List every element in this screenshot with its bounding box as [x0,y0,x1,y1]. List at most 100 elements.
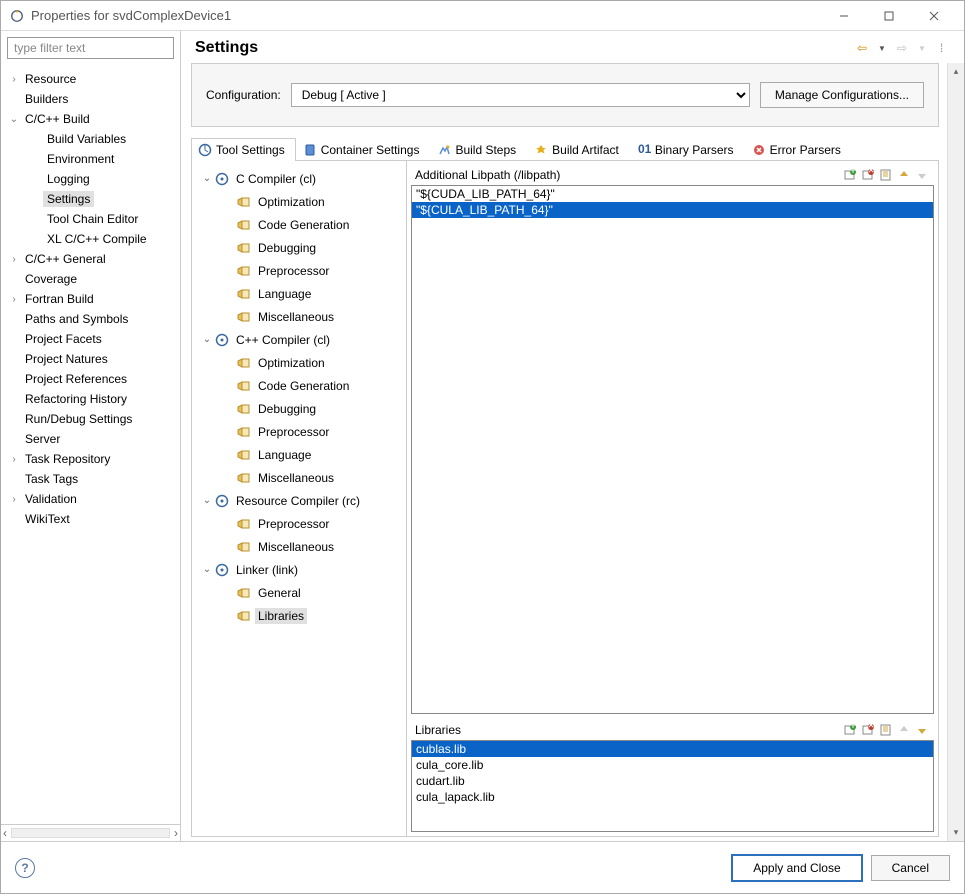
collapsed-arrow-icon[interactable]: › [7,254,21,265]
tool-tree-item[interactable]: Miscellaneous [194,305,404,328]
tool-tree-item[interactable]: General [194,581,404,604]
list-item[interactable]: cula_lapack.lib [412,789,933,805]
libpath-listbox[interactable]: "${CUDA_LIB_PATH_64}""${CULA_LIB_PATH_64… [411,185,934,714]
tool-tree-item[interactable]: ⌄C Compiler (cl) [194,167,404,190]
scroll-track[interactable] [11,828,170,838]
category-tree-item[interactable]: Project Facets [1,329,180,349]
minimize-button[interactable] [821,2,866,30]
category-tree-item[interactable]: Environment [1,149,180,169]
category-tree-item[interactable]: Paths and Symbols [1,309,180,329]
libpath-edit-button[interactable] [878,167,894,183]
tool-tree-item[interactable]: ⌄Linker (link) [194,558,404,581]
category-tree-item[interactable]: Task Tags [1,469,180,489]
category-tree-item[interactable]: Refactoring History [1,389,180,409]
cancel-button[interactable]: Cancel [871,855,950,881]
scroll-down-icon[interactable]: ▾ [954,824,959,841]
tab-error-parsers[interactable]: Error Parsers [745,138,852,161]
category-tree-item[interactable]: Builders [1,89,180,109]
scroll-right-icon[interactable]: › [174,826,178,840]
tool-tree-item[interactable]: Preprocessor [194,259,404,282]
category-tree-item[interactable]: XL C/C++ Compile [1,229,180,249]
expanded-arrow-icon[interactable]: ⌄ [7,114,21,125]
category-tree-item[interactable]: Server [1,429,180,449]
category-tree-item[interactable]: Project References [1,369,180,389]
libraries-section: Libraries + × cublas.libcula_core.libcud… [411,720,934,832]
category-tree-label: Project References [21,371,131,387]
tab-build-steps[interactable]: Build Steps [430,138,527,161]
category-tree-item[interactable]: Run/Debug Settings [1,409,180,429]
scroll-left-icon[interactable]: ‹ [3,826,7,840]
tool-option-icon [236,517,252,531]
vertical-scrollbar[interactable]: ▴ ▾ [947,63,964,841]
tool-tree-item[interactable]: Code Generation [194,374,404,397]
view-menu-icon[interactable]: ⁞ [934,40,950,56]
tool-tree-item[interactable]: Optimization [194,351,404,374]
tool-tree-item[interactable]: Miscellaneous [194,535,404,558]
category-tree[interactable]: ›ResourceBuilders⌄C/C++ BuildBuild Varia… [1,65,180,824]
nav-back-menu-icon[interactable]: ▼ [874,40,890,56]
expanded-arrow-icon[interactable]: ⌄ [200,173,214,184]
collapsed-arrow-icon[interactable]: › [7,454,21,465]
tool-tree-item[interactable]: Libraries [194,604,404,627]
manage-configurations-button[interactable]: Manage Configurations... [760,82,924,108]
category-tree-item[interactable]: Logging [1,169,180,189]
apply-and-close-button[interactable]: Apply and Close [731,854,862,882]
tab-build-artifact[interactable]: Build Artifact [527,138,630,161]
category-tree-item[interactable]: ⌄C/C++ Build [1,109,180,129]
maximize-button[interactable] [866,2,911,30]
libraries-add-button[interactable]: + [842,722,858,738]
libraries-edit-button[interactable] [878,722,894,738]
tool-tree-item[interactable]: Language [194,282,404,305]
category-tree-item[interactable]: ›Fortran Build [1,289,180,309]
tool-tree-item[interactable]: Debugging [194,236,404,259]
category-tree-item[interactable]: ›Resource [1,69,180,89]
libraries-listbox[interactable]: cublas.libcula_core.libcudart.libcula_la… [411,740,934,832]
category-tree-item[interactable]: Project Natures [1,349,180,369]
list-item[interactable]: "${CULA_LIB_PATH_64}" [412,202,933,218]
configuration-select[interactable]: Debug [ Active ] [291,83,750,107]
tool-tree-item[interactable]: Preprocessor [194,512,404,535]
libpath-add-button[interactable]: + [842,167,858,183]
tool-tree-item[interactable]: Preprocessor [194,420,404,443]
list-item[interactable]: "${CUDA_LIB_PATH_64}" [412,186,933,202]
category-tree-item[interactable]: Settings [1,189,180,209]
tool-tree-item[interactable]: ⌄Resource Compiler (rc) [194,489,404,512]
expanded-arrow-icon[interactable]: ⌄ [200,334,214,345]
category-tree-item[interactable]: ›C/C++ General [1,249,180,269]
libraries-movedown-button[interactable] [914,722,930,738]
tab-tool-settings[interactable]: Tool Settings [191,138,296,161]
category-tree-item[interactable]: Build Variables [1,129,180,149]
category-tree-item[interactable]: ›Validation [1,489,180,509]
tool-tree-item[interactable]: Code Generation [194,213,404,236]
tool-tree-item[interactable]: ⌄C++ Compiler (cl) [194,328,404,351]
tab-binary-parsers[interactable]: 010Binary Parsers [630,138,745,161]
filter-input[interactable]: type filter text [7,37,174,59]
libraries-delete-button[interactable]: × [860,722,876,738]
collapsed-arrow-icon[interactable]: › [7,74,21,85]
nav-back-icon[interactable]: ⇦ [854,40,870,56]
collapsed-arrow-icon[interactable]: › [7,494,21,505]
libpath-delete-button[interactable]: × [860,167,876,183]
close-button[interactable] [911,2,956,30]
list-item[interactable]: cudart.lib [412,773,933,789]
horizontal-scrollbar[interactable]: ‹ › [1,824,180,841]
expanded-arrow-icon[interactable]: ⌄ [200,564,214,575]
tool-tree-item[interactable]: Optimization [194,190,404,213]
scroll-up-icon[interactable]: ▴ [954,63,959,80]
tool-settings-tree[interactable]: ⌄C Compiler (cl)OptimizationCode Generat… [192,161,407,836]
list-item[interactable]: cublas.lib [412,741,933,757]
expanded-arrow-icon[interactable]: ⌄ [200,495,214,506]
tool-tree-item[interactable]: Debugging [194,397,404,420]
tool-tree-item[interactable]: Language [194,443,404,466]
tool-option-icon [236,310,252,324]
category-tree-item[interactable]: Coverage [1,269,180,289]
libpath-moveup-button[interactable] [896,167,912,183]
list-item[interactable]: cula_core.lib [412,757,933,773]
category-tree-item[interactable]: ›Task Repository [1,449,180,469]
tab-container-settings[interactable]: Container Settings [296,138,431,161]
category-tree-item[interactable]: WikiText [1,509,180,529]
collapsed-arrow-icon[interactable]: › [7,294,21,305]
tool-tree-item[interactable]: Miscellaneous [194,466,404,489]
category-tree-item[interactable]: Tool Chain Editor [1,209,180,229]
help-button[interactable]: ? [15,858,35,878]
